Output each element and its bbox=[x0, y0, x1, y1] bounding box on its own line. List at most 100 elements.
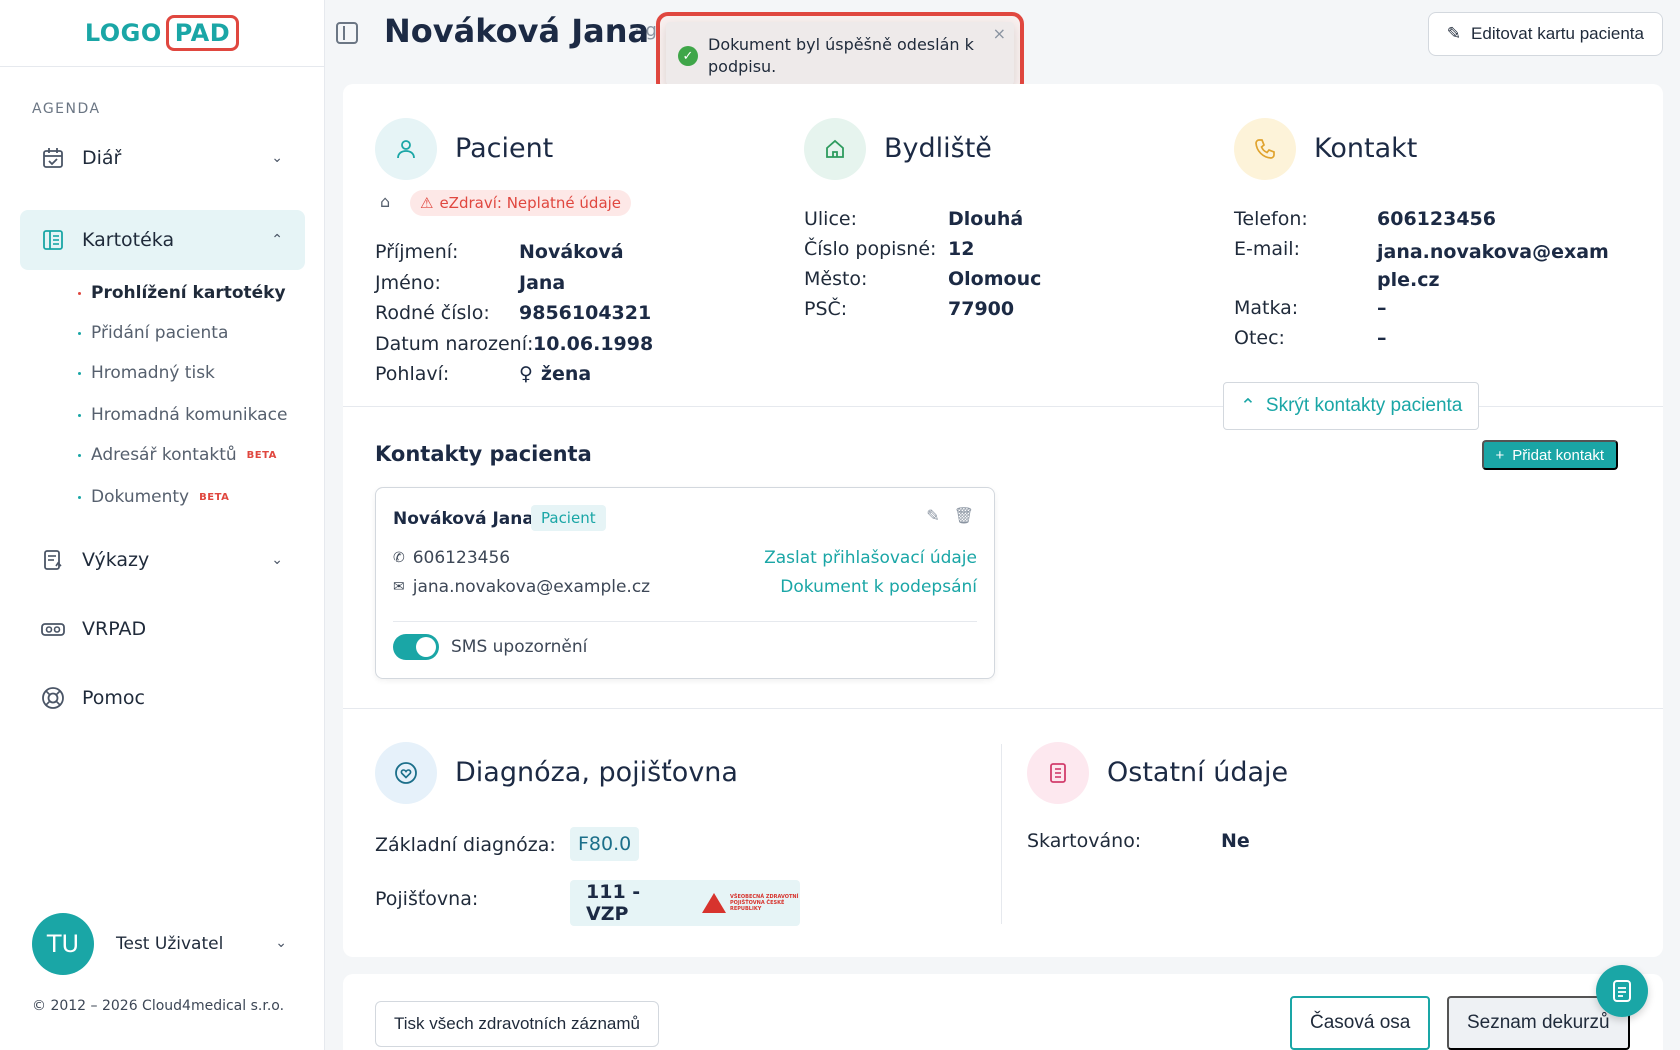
field-value-birth-number: 9856104321 bbox=[519, 302, 652, 324]
field-label: Jméno: bbox=[375, 272, 441, 294]
chevron-down-icon: ⌄ bbox=[271, 552, 283, 568]
logo[interactable]: LOGO PAD bbox=[84, 15, 240, 51]
copyright: © 2012 – 2026 Cloud4medical s.r.o. bbox=[32, 998, 285, 1014]
warning-text: eZdraví: Neplatné údaje bbox=[439, 194, 622, 212]
add-contact-button[interactable]: + Přidat kontakt bbox=[1481, 440, 1618, 470]
contact-section-title: Kontakt bbox=[1314, 133, 1418, 164]
residence-section-title: Bydliště bbox=[884, 133, 992, 164]
title-suffix: · g bbox=[634, 20, 657, 41]
sub-item-dokumenty[interactable]: Dokumenty BETA bbox=[78, 487, 229, 507]
chevron-up-icon: ⌃ bbox=[271, 232, 283, 248]
report-icon bbox=[40, 547, 66, 573]
contact-email: ✉ jana.novakova@example.cz bbox=[393, 577, 650, 597]
document-fab-button[interactable] bbox=[1596, 965, 1648, 1017]
pencil-icon[interactable]: ✎ bbox=[926, 506, 939, 525]
tab-timeline[interactable]: Časová osa bbox=[1290, 996, 1431, 1050]
divider bbox=[343, 708, 1663, 709]
edit-patient-button[interactable]: ✎ Editovat kartu pacienta bbox=[1427, 12, 1663, 56]
nav-item-vykazy[interactable]: Výkazy ⌄ bbox=[20, 530, 305, 590]
nav-item-label: VRPAD bbox=[82, 618, 147, 640]
field-label: E-mail: bbox=[1234, 238, 1300, 260]
chevron-down-icon: ⌄ bbox=[271, 150, 283, 166]
field-label: Datum narození: bbox=[375, 333, 534, 355]
sidebar: LOGO PAD AGENDA Diář ⌄ Kartotéka ⌃ Prohl… bbox=[0, 0, 325, 1050]
print-all-records-button[interactable]: Tisk všech zdravotních záznamů bbox=[375, 1001, 659, 1047]
field-label: Příjmení: bbox=[375, 241, 459, 263]
sub-item-label: Dokumenty bbox=[91, 487, 190, 507]
vr-glasses-icon bbox=[40, 616, 66, 642]
nav-item-label: Výkazy bbox=[82, 549, 150, 571]
close-icon[interactable]: × bbox=[993, 24, 1006, 43]
field-label: Telefon: bbox=[1234, 208, 1308, 230]
trash-icon[interactable]: 🗑 bbox=[954, 506, 974, 525]
field-value-firstname: Jana bbox=[519, 272, 566, 294]
diagnosis-section-title: Diagnóza, pojišťovna bbox=[455, 757, 738, 788]
user-name: Test Uživatel bbox=[116, 934, 224, 954]
bottom-bar: Tisk všech zdravotních záznamů Časová os… bbox=[343, 974, 1663, 1050]
user-icon bbox=[375, 118, 437, 180]
nav-item-label: Diář bbox=[82, 147, 122, 169]
sms-toggle[interactable] bbox=[393, 634, 439, 660]
tag-icon[interactable]: ⌂ bbox=[380, 192, 390, 211]
sub-item-hromadna-komunikace[interactable]: Hromadná komunikace bbox=[78, 405, 287, 425]
nav-item-pomoc[interactable]: Pomoc bbox=[20, 668, 305, 728]
vzp-logo: VŠEOBECNÁ ZDRAVOTNÍ POJIŠŤOVNA ČESKÉ REP… bbox=[702, 893, 800, 913]
sub-item-prohlizeni[interactable]: Prohlížení kartotéky bbox=[78, 283, 286, 303]
insurer-value: 111 - VZP VŠEOBECNÁ ZDRAVOTNÍ POJIŠŤOVNA… bbox=[570, 880, 800, 926]
chevron-down-icon: ⌄ bbox=[275, 935, 287, 951]
send-login-link[interactable]: Zaslat přihlašovací údaje bbox=[764, 548, 977, 568]
field-label: PSČ: bbox=[804, 298, 848, 320]
contact-actions: ✎ 🗑 bbox=[926, 506, 974, 525]
ezdravi-warning-badge[interactable]: ⚠ eZdraví: Neplatné údaje bbox=[410, 190, 632, 216]
insurer-label: Pojišťovna: bbox=[375, 888, 479, 910]
hide-contacts-button[interactable]: ⌃ Skrýt kontakty pacienta bbox=[1223, 382, 1480, 430]
nav-item-label: Pomoc bbox=[82, 687, 145, 709]
toast-message: Dokument byl úspěšně odeslán k podpisu. bbox=[708, 35, 974, 76]
field-value-city: Olomouc bbox=[948, 268, 1042, 290]
contact-phone: ✆ 606123456 bbox=[393, 548, 510, 568]
phone-icon: ✆ bbox=[393, 550, 405, 566]
page-title: Nováková Jana bbox=[384, 12, 650, 50]
nav-item-kartoteka[interactable]: Kartotéka ⌃ bbox=[20, 210, 305, 270]
sub-item-label: Přidání pacienta bbox=[91, 323, 229, 343]
calendar-icon bbox=[40, 145, 66, 171]
sub-item-hromadny-tisk[interactable]: Hromadný tisk bbox=[78, 363, 215, 383]
field-label: Číslo popisné: bbox=[804, 238, 937, 260]
vertical-divider bbox=[1001, 744, 1002, 924]
sign-document-link[interactable]: Dokument k podepsání bbox=[780, 577, 977, 597]
sub-item-label: Adresář kontaktů bbox=[91, 445, 237, 465]
field-label: Ulice: bbox=[804, 208, 858, 230]
nav-item-diar[interactable]: Diář ⌄ bbox=[20, 128, 305, 188]
user-menu[interactable]: TU Test Uživatel ⌄ bbox=[32, 913, 287, 975]
sub-item-pridani[interactable]: Přidání pacienta bbox=[78, 323, 228, 343]
field-label: Pohlaví: bbox=[375, 363, 450, 385]
logo-pad-text: PAD bbox=[165, 15, 240, 51]
pencil-icon: ✎ bbox=[1446, 24, 1462, 43]
success-toast: ✓ Dokument byl úspěšně odeslán k podpisu… bbox=[666, 22, 1014, 85]
contact-card: Nováková Jana Pacient ✎ 🗑 ✆ 606123456 ✉ … bbox=[375, 487, 995, 679]
field-label: Rodné číslo: bbox=[375, 302, 490, 324]
mail-icon: ✉ bbox=[393, 579, 405, 595]
check-circle-icon: ✓ bbox=[678, 46, 698, 66]
other-section-title: Ostatní údaje bbox=[1107, 757, 1289, 788]
vzp-logo-mark bbox=[702, 893, 726, 913]
toast-highlight: ✓ Dokument byl úspěšně odeslán k podpisu… bbox=[656, 12, 1024, 95]
sub-item-adresar[interactable]: Adresář kontaktů BETA bbox=[78, 445, 277, 465]
field-value-house-number: 12 bbox=[948, 238, 975, 260]
beta-badge: BETA bbox=[199, 491, 230, 503]
nav-item-vrpad[interactable]: VRPAD bbox=[20, 599, 305, 659]
sub-item-label: Prohlížení kartotéky bbox=[91, 283, 286, 303]
hide-contacts-label: Skrýt kontakty pacienta bbox=[1265, 395, 1463, 416]
contact-name: Nováková Jana bbox=[393, 509, 534, 529]
plus-icon: + bbox=[1495, 446, 1505, 464]
gender-text: žena bbox=[540, 363, 592, 385]
logo-text: LOGO bbox=[84, 19, 162, 47]
sidebar-collapse-icon[interactable] bbox=[336, 22, 358, 44]
contact-phone-value: 606123456 bbox=[412, 548, 511, 568]
contact-role-badge: Pacient bbox=[531, 505, 606, 531]
avatar: TU bbox=[32, 913, 94, 975]
patient-contacts-title: Kontakty pacienta bbox=[375, 442, 592, 466]
field-label: Město: bbox=[804, 268, 868, 290]
contact-email-value: jana.novakova@example.cz bbox=[412, 577, 651, 597]
sub-item-label: Hromadný tisk bbox=[91, 363, 215, 383]
